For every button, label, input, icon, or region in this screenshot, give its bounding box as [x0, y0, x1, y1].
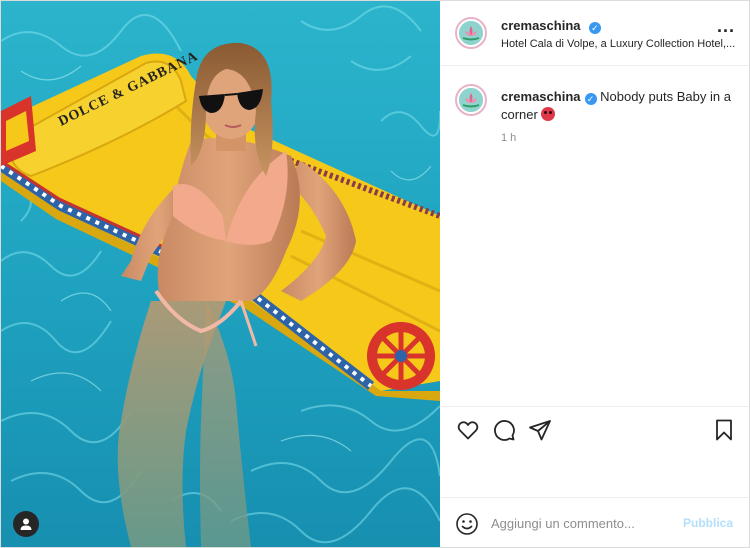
smiley-icon — [456, 513, 478, 535]
comment-button[interactable] — [491, 417, 517, 443]
avatar-lotus-icon — [459, 88, 483, 112]
caption: cremaschina ✓ Nobody puts Baby in a corne… — [501, 88, 731, 124]
location-link[interactable]: Hotel Cala di Volpe, a Luxury Collection… — [501, 38, 735, 50]
verified-badge-icon: ✓ — [584, 93, 597, 105]
comment-icon — [494, 420, 515, 441]
post-modal: DOLCE & GABBANA cremaschina ✓ Hotel Cala… — [0, 0, 750, 548]
caption-avatar[interactable] — [455, 84, 487, 116]
bookmark-icon — [716, 419, 732, 441]
post-header: cremaschina ✓ Hotel Cala di Volpe, a Lux… — [441, 1, 749, 66]
paper-plane-icon — [529, 420, 551, 441]
caption-username[interactable]: cremaschina — [501, 89, 581, 104]
share-button[interactable] — [527, 417, 553, 443]
post-time[interactable]: 1 h — [501, 132, 516, 144]
avatar[interactable] — [455, 17, 487, 49]
post-side-panel: cremaschina ✓ Hotel Cala di Volpe, a Lux… — [441, 1, 749, 547]
user-tag-button[interactable] — [13, 511, 39, 537]
emoji-picker-button[interactable] — [455, 512, 479, 536]
verified-badge-icon: ✓ — [588, 22, 601, 34]
post-photo[interactable]: DOLCE & GABBANA — [1, 1, 440, 547]
pool-scene-image: DOLCE & GABBANA — [1, 1, 440, 547]
avatar-lotus-icon — [459, 21, 483, 45]
action-bar — [441, 406, 749, 497]
publish-button[interactable]: Pubblica — [683, 516, 733, 530]
save-button[interactable] — [711, 417, 737, 443]
devil-emoji-icon — [541, 107, 556, 121]
header-username[interactable]: cremaschina — [501, 18, 581, 33]
heart-icon — [457, 421, 479, 440]
more-options-button[interactable]: ... — [717, 17, 735, 35]
like-button[interactable] — [455, 417, 481, 443]
user-tag-icon — [20, 518, 32, 530]
comment-input[interactable] — [491, 512, 676, 534]
comment-bar: Pubblica — [441, 497, 749, 548]
